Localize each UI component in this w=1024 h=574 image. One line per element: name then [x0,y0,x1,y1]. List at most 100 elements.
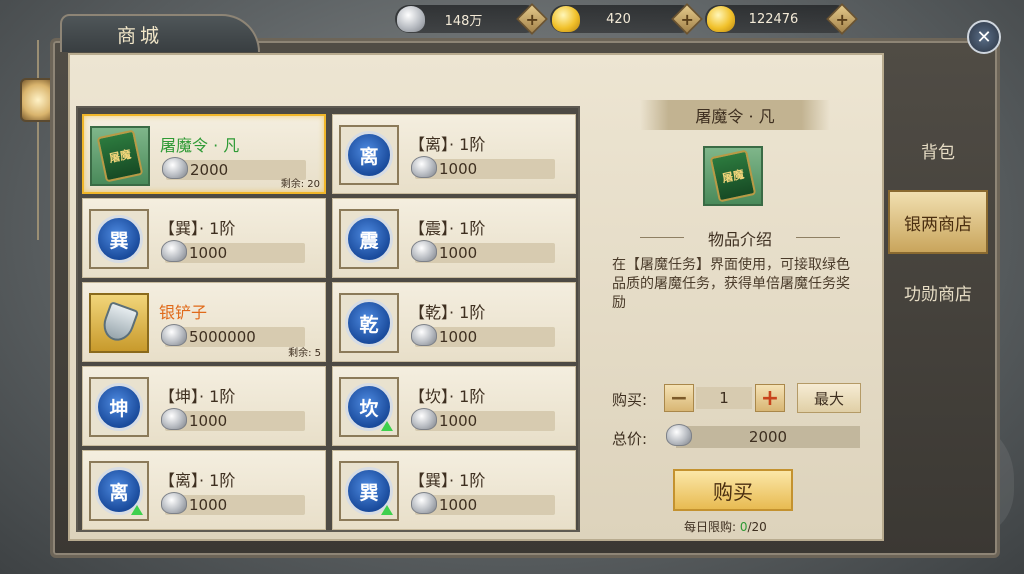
shop-item-card[interactable]: 巽 【巽】· 1阶 1000 [332,450,576,530]
item-icon [89,293,149,353]
item-icon: 屠魔 [90,126,150,186]
item-name: 【巽】· 1阶 [159,219,236,238]
tab-backpack[interactable]: 背包 [888,118,988,182]
silver-ingot-icon [411,408,437,430]
shop-item-card[interactable]: 震 【震】· 1阶 1000 [332,198,576,278]
price-bar: 1000 [161,408,305,431]
detail-item-icon: 屠魔 [703,146,763,206]
shop-item-card[interactable]: 离 【离】· 1阶 1000 [332,114,576,194]
item-price: 1000 [439,496,478,514]
item-icon: 震 [339,209,399,269]
daily-limit-label: 每日限购: [684,520,740,534]
silver-ingot-icon [411,324,437,346]
max-quantity-button[interactable]: 最大 [797,383,861,413]
silver-ingot-icon [161,492,187,514]
shop-item-card[interactable]: 屠魔 屠魔令 · 凡 2000 剩余: 20 [82,114,326,194]
price-bar: 1000 [161,492,305,515]
close-button[interactable]: ✕ [967,20,1001,54]
item-price: 5000000 [189,328,256,346]
silver-ingot-icon [397,6,425,32]
silver-shovel-icon [98,300,140,346]
gold-ingot-icon [552,6,580,32]
buy-quantity-label: 购买: [612,391,648,409]
daily-limit-max: /20 [747,520,767,534]
item-price: 1000 [439,160,478,178]
add-gold-button[interactable]: + [671,3,703,35]
trigram-li-icon: 离 [345,131,393,179]
total-price-label: 总价: [612,430,648,448]
trigram-zhen-icon: 震 [345,215,393,263]
window-title: 商城 [117,24,164,47]
silver-ingot-icon [666,424,692,446]
detail-name-banner: 屠魔令 · 凡 [640,100,830,130]
shop-item-card[interactable]: 巽 【巽】· 1阶 1000 [82,198,326,278]
item-price: 1000 [189,496,228,514]
increase-quantity-button[interactable]: + [755,384,785,412]
decrease-quantity-button[interactable]: − [664,384,694,412]
item-name: 【震】· 1阶 [409,219,486,238]
shop-item-card[interactable]: 坎 【坎】· 1阶 1000 [332,366,576,446]
item-name: 【巽】· 1阶 [409,471,486,490]
shop-item-card[interactable]: 乾 【乾】· 1阶 1000 [332,282,576,362]
silver-ingot-icon [411,156,437,178]
trigram-qian-icon: 乾 [345,299,393,347]
tab-label: 功勋商店 [904,284,972,305]
item-grid[interactable]: 屠魔 屠魔令 · 凡 2000 剩余: 20 离 【离】· 1阶 1000 巽 … [76,106,580,532]
daily-limit-used: 0 [739,520,748,534]
silver-ingot-icon [161,408,187,430]
price-bar: 5000000 [161,324,305,347]
tab-silver-shop[interactable]: 银两商店 [888,190,988,254]
item-description: 在【屠魔任务】界面使用，可接取绿色品质的屠魔任务，获得单倍屠魔任务奖励 [612,257,850,311]
item-icon: 坎 [339,377,399,437]
item-icon: 离 [89,461,149,521]
currency-bar: 148万 + 420 + 122476 + [395,3,858,35]
price-bar: 1000 [411,156,555,179]
price-bar: 1000 [411,240,555,263]
price-bar: 1000 [411,492,555,515]
item-price: 1000 [189,412,228,430]
gold-sycee-icon [707,6,735,32]
add-silver-button[interactable]: + [516,3,548,35]
item-name: 银铲子 [159,303,208,322]
price-bar: 1000 [161,240,305,263]
upgrade-arrow-icon [381,421,393,431]
trigram-xun-icon: 巽 [95,215,143,263]
item-price: 1000 [439,412,478,430]
demon-token-icon: 屠魔 [709,149,757,203]
item-remaining: 剩余: 5 [288,348,321,359]
item-icon: 离 [339,125,399,185]
item-price: 1000 [189,244,228,262]
item-icon: 乾 [339,293,399,353]
item-name: 【离】· 1阶 [159,471,236,490]
window-title-tab: 商城 [60,14,260,52]
upgrade-arrow-icon [381,505,393,515]
buy-button[interactable]: 购买 [673,469,793,511]
tab-label: 背包 [921,142,955,163]
silver-ingot-icon [162,157,188,179]
tab-label: 银两商店 [904,214,972,235]
total-price-bar: 2000 [676,426,860,448]
price-bar: 1000 [411,324,555,347]
shop-item-card[interactable]: 坤 【坤】· 1阶 1000 [82,366,326,446]
trigram-kun-icon: 坤 [95,383,143,431]
currency-sycee: 122476 + [705,3,858,35]
tab-merit-shop[interactable]: 功勋商店 [888,260,988,324]
silver-ingot-icon [411,492,437,514]
item-name: 【离】· 1阶 [409,135,486,154]
item-price: 1000 [439,244,478,262]
item-icon: 坤 [89,377,149,437]
total-price-value: 2000 [748,428,788,446]
daily-limit: 每日限购: 0/20 [684,518,767,535]
shop-item-card[interactable]: 离 【离】· 1阶 1000 [82,450,326,530]
upgrade-arrow-icon [131,505,143,515]
close-icon: ✕ [976,26,992,48]
item-price: 2000 [190,161,229,179]
description-heading: 物品介绍 [640,226,840,250]
shop-item-card[interactable]: 银铲子 5000000 剩余: 5 [82,282,326,362]
silver-ingot-icon [161,324,187,346]
add-sycee-button[interactable]: + [826,3,858,35]
currency-silver: 148万 + [395,3,548,35]
item-name: 屠魔令 · 凡 [160,136,240,155]
silver-ingot-icon [411,240,437,262]
quantity-input[interactable]: 1 [696,387,752,409]
